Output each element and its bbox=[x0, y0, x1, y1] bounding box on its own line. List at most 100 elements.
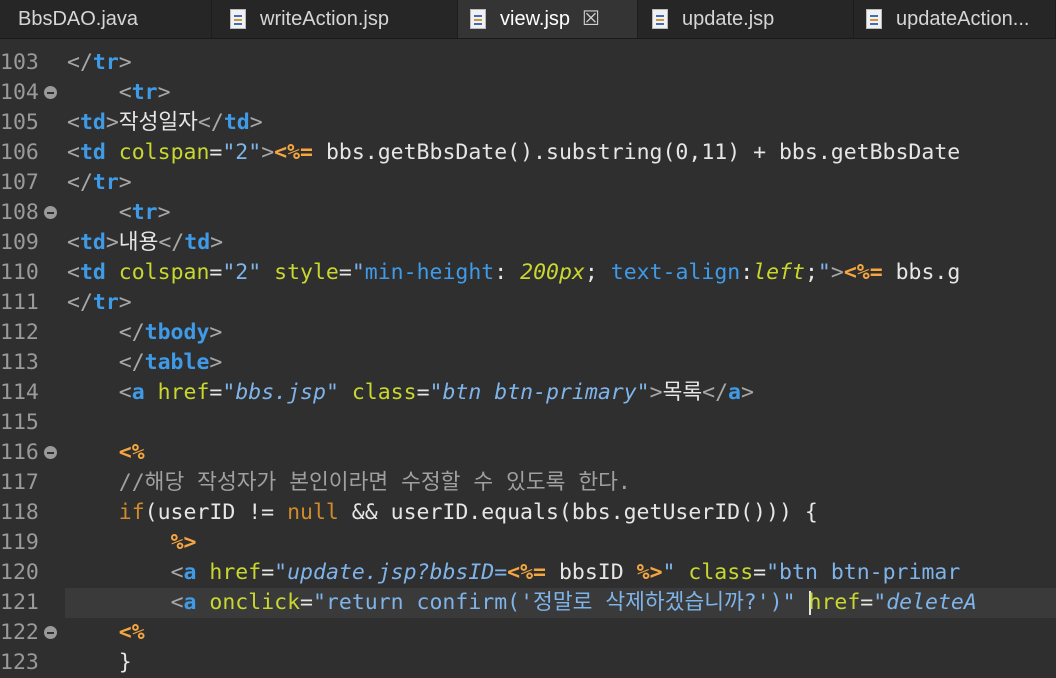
code-editor[interactable]: 103 </tr> 104 <tr> 105 <td>작성일자</td> 106 <td c… bbox=[0, 48, 1056, 675]
code-line[interactable]: 108 <tr> bbox=[0, 198, 1056, 228]
code-token: 200px bbox=[520, 260, 585, 285]
code-token: " bbox=[873, 590, 887, 615]
code-line[interactable]: 105 <td>작성일자</td> bbox=[0, 108, 1056, 138]
code-token: (userID != bbox=[144, 500, 288, 525]
code-token: //해당 작성자가 본인이라면 수정할 수 있도록 한다. bbox=[118, 470, 631, 495]
tab-writeaction-jsp[interactable]: writeAction.jsp bbox=[212, 0, 458, 38]
fold-collapse-icon[interactable] bbox=[44, 626, 57, 639]
code-token: > bbox=[210, 230, 224, 255]
code-token: <% bbox=[118, 440, 145, 465]
code-line[interactable]: 117 //해당 작성자가 본인이라면 수정할 수 있도록 한다. bbox=[0, 468, 1056, 498]
code-line[interactable]: 111 </tr> bbox=[0, 288, 1056, 318]
code-line[interactable]: 113 </table> bbox=[0, 348, 1056, 378]
code-line[interactable]: 103 </tr> bbox=[0, 48, 1056, 78]
code-token: left bbox=[753, 260, 805, 285]
code-token: : bbox=[740, 260, 754, 285]
code-token: < bbox=[170, 590, 184, 615]
code-line[interactable]: 122 <% bbox=[0, 618, 1056, 648]
line-number: 108 bbox=[0, 200, 39, 225]
code-token: bbs.g bbox=[882, 260, 961, 285]
code-token: < bbox=[118, 80, 132, 105]
code-line[interactable]: 120 <a href="update.jsp?bbsID=<%= bbsID … bbox=[0, 558, 1056, 588]
fold-collapse-icon[interactable] bbox=[44, 86, 57, 99]
code-token: < bbox=[118, 200, 132, 225]
line-number: 109 bbox=[0, 230, 39, 255]
code-token: </ bbox=[67, 290, 93, 315]
code-token: = bbox=[261, 560, 275, 585]
code-token: href bbox=[157, 380, 210, 405]
code-line[interactable]: 116 <% bbox=[0, 438, 1056, 468]
code-token: 목록 bbox=[662, 380, 703, 405]
code-token: </ bbox=[67, 170, 93, 195]
tab-update-jsp[interactable]: update.jsp bbox=[638, 0, 854, 38]
code-token: < bbox=[67, 260, 80, 285]
code-line[interactable]: 114 <a href="bbs.jsp" class="btn btn-pri… bbox=[0, 378, 1056, 408]
code-text: <td colspan="2"><%= bbs.getBbsDate().sub… bbox=[67, 138, 960, 168]
code-line[interactable]: 107 </tr> bbox=[0, 168, 1056, 198]
code-line[interactable]: 109 <td>내용</td> bbox=[0, 228, 1056, 258]
code-token: %> bbox=[170, 530, 197, 555]
code-line[interactable]: 119 %> bbox=[0, 528, 1056, 558]
line-number: 107 bbox=[0, 170, 39, 195]
code-token: %> bbox=[636, 560, 663, 585]
code-token: = bbox=[300, 590, 313, 615]
code-token: > bbox=[105, 110, 119, 135]
code-token: td bbox=[184, 230, 211, 255]
code-token: <%= bbox=[843, 260, 883, 285]
code-token: > bbox=[157, 80, 171, 105]
close-tab-icon[interactable]: ☒ bbox=[582, 9, 600, 29]
line-number: 104 bbox=[0, 80, 39, 105]
tab-label: view.jsp bbox=[500, 7, 571, 30]
tab-bbsdao-java[interactable]: BbsDAO.java bbox=[0, 0, 212, 38]
code-token: <%= bbox=[274, 140, 313, 165]
code-token: bbs.getBbsDate().substring(0,11) + bbs.g… bbox=[313, 140, 961, 165]
code-token: <%= bbox=[507, 560, 547, 585]
code-token: "btn btn-primar bbox=[766, 560, 961, 585]
code-line[interactable]: 104 <tr> bbox=[0, 78, 1056, 108]
tab-updateaction-jsp[interactable]: updateAction... bbox=[854, 0, 1056, 38]
code-text: <td>내용</td> bbox=[67, 228, 223, 258]
line-number: 111 bbox=[0, 290, 39, 315]
code-token: " bbox=[325, 380, 339, 405]
fold-collapse-icon[interactable] bbox=[44, 446, 57, 459]
editor-tab-bar: BbsDAO.java writeAction.jsp view.jsp ☒ u… bbox=[0, 0, 1056, 39]
code-token: > bbox=[118, 170, 132, 195]
code-text: if(userID != null && userID.equals(bbs.g… bbox=[67, 498, 818, 528]
line-number: 121 bbox=[0, 590, 39, 615]
code-line[interactable]: 123 } bbox=[0, 648, 1056, 678]
line-number: 115 bbox=[0, 410, 39, 435]
code-token: "2" bbox=[222, 140, 262, 165]
code-text: //해당 작성자가 본인이라면 수정할 수 있도록 한다. bbox=[67, 468, 631, 498]
line-number: 123 bbox=[0, 650, 39, 675]
code-line[interactable]: 118 if(userID != null && userID.equals(b… bbox=[0, 498, 1056, 528]
code-token: > bbox=[209, 350, 223, 375]
line-number: 119 bbox=[0, 530, 39, 555]
tab-label: writeAction.jsp bbox=[260, 7, 389, 30]
code-text: <% bbox=[67, 438, 145, 468]
code-token: a bbox=[183, 590, 197, 615]
fold-collapse-icon[interactable] bbox=[44, 206, 57, 219]
code-line[interactable]: 121 <a onclick="return confirm('정말로 삭제하겠… bbox=[0, 588, 1056, 618]
code-line[interactable]: 115 bbox=[0, 408, 1056, 438]
tab-view-jsp[interactable]: view.jsp ☒ bbox=[458, 0, 638, 38]
code-token: " bbox=[636, 380, 650, 405]
code-line[interactable]: 106 <td colspan="2"><%= bbs.getBbsDate().… bbox=[0, 138, 1056, 168]
line-number: 106 bbox=[0, 140, 39, 165]
code-line[interactable]: 112 </tbody> bbox=[0, 318, 1056, 348]
code-token: " bbox=[274, 560, 288, 585]
tab-label: updateAction... bbox=[896, 7, 1030, 30]
code-token: } bbox=[67, 650, 132, 675]
code-token: ; bbox=[584, 260, 611, 285]
code-line[interactable]: 110 <td colspan="2" style="min-height: 20… bbox=[0, 258, 1056, 288]
